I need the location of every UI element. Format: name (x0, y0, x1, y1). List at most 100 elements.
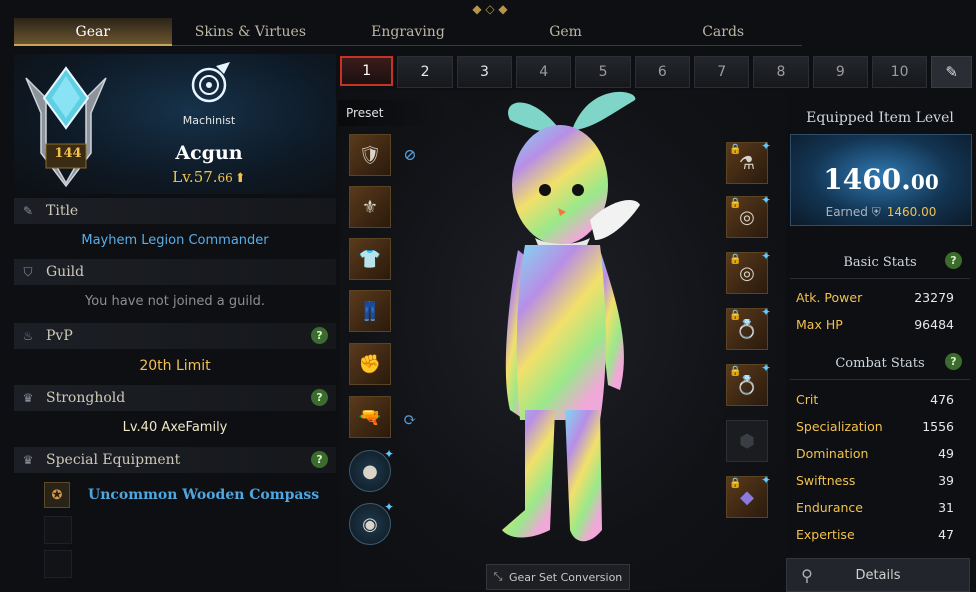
tab-gem[interactable]: Gem (486, 18, 645, 46)
basic-stats-help-icon[interactable]: ? (945, 252, 962, 269)
preset-button[interactable]: 5 (575, 56, 631, 88)
ring-icon: 💍 (735, 374, 759, 396)
gem-slot[interactable]: 🔒 ◆ ✦ (726, 473, 771, 518)
ring-slot[interactable]: 🔒 💍 ✦ (726, 305, 771, 350)
stat-row: Specialization 1556 (796, 419, 954, 434)
lock-icon: 🔒 (729, 144, 742, 155)
preset-button[interactable]: 3 (456, 56, 513, 88)
pencil-icon: ✎ (22, 204, 34, 218)
necklace-icon: ⚗ (738, 152, 756, 174)
necklace-slot[interactable]: 🔒 ⚗ ✦ (726, 139, 771, 184)
pants-slot[interactable]: 👖 (349, 290, 391, 332)
gun-icon: 🔫 (358, 406, 382, 428)
combat-stats-help-icon[interactable]: ? (945, 353, 962, 370)
sparkle-icon: ✦ (760, 473, 771, 487)
tab-engraving[interactable]: Engraving (329, 18, 487, 46)
earned-item-level: Earned ⛨ 1460.00 (825, 205, 937, 219)
shield-icon: ⛉ (23, 264, 33, 279)
pvp-help-icon[interactable]: ? (311, 327, 328, 344)
class-name: Machinist (182, 114, 236, 127)
gear-set-conversion-button[interactable]: ⤡ Gear Set Conversion (486, 564, 630, 590)
lock-icon: 🔒 (729, 366, 742, 377)
preset-button[interactable]: 1 (340, 56, 394, 86)
preset-button[interactable]: 2 (397, 56, 453, 88)
special-equipment-section-header: ♛ Special Equipment ? (14, 447, 336, 473)
stronghold-help-icon[interactable]: ? (311, 389, 328, 406)
stronghold-section-label: Stronghold (46, 390, 126, 406)
empty-slot[interactable]: ⬢ (726, 420, 768, 462)
conversion-icon: ⤡ (493, 570, 503, 583)
title-section-header: ✎ Title (14, 198, 336, 224)
orb-icon: ● (362, 460, 378, 482)
special-equipment-section-label: Special Equipment (46, 452, 181, 468)
ring-slot[interactable]: 🔒 💍 ✦ (726, 361, 771, 406)
rank-badge (25, 66, 107, 188)
level-up-arrow-icon: ⬆ (234, 171, 246, 186)
lock-icon: 🔒 (729, 198, 742, 209)
empty-special-slot[interactable] (44, 516, 72, 544)
sparkle-icon: ✦ (383, 500, 394, 514)
lock-icon: 🔒 (729, 254, 742, 265)
shoulder-slot[interactable]: ⚜ (349, 186, 391, 228)
earring-slot[interactable]: 🔒 ◎ ✦ (726, 249, 771, 294)
preset-button[interactable]: 4 (516, 56, 572, 88)
preset-button[interactable]: 6 (634, 56, 690, 88)
guild-section-header: ⛉ Guild (14, 259, 336, 285)
bracelet-slot[interactable]: ◉ ✦ (349, 500, 394, 545)
tab-gear[interactable]: Gear (14, 18, 172, 46)
machinist-class-icon (191, 62, 230, 103)
stronghold-value: Lv.40 AxeFamily (122, 420, 228, 435)
preset-button[interactable]: 8 (753, 56, 809, 88)
ring-icon: 💍 (735, 318, 759, 340)
empty-slot-icon: ⬢ (739, 430, 755, 452)
special-equipment-icon: ♛ (22, 453, 34, 467)
basic-stats-header: Basic Stats? (790, 252, 970, 270)
lock-icon: 🔒 (729, 478, 742, 489)
title-section-label: Title (46, 203, 79, 219)
guild-value: You have not joined a guild. (85, 294, 265, 309)
character-name: Acgun (175, 142, 243, 164)
stat-row: Expertise 47 (796, 527, 954, 542)
sparkle-icon: ✦ (760, 305, 771, 319)
sparkle-icon: ✦ (760, 193, 771, 207)
character-model (502, 91, 640, 542)
helmet-slot[interactable]: 🛡 (349, 134, 391, 176)
special-equipment-item[interactable]: ✪ Uncommon Wooden Compass (44, 482, 319, 508)
earring-icon: ◎ (739, 262, 755, 284)
profile-card: 144 Machinist Acgun Lv.57.66 ⬆ (14, 54, 336, 194)
equipped-item-level-title: Equipped Item Level (806, 110, 954, 126)
weapon-slot[interactable]: 🔫 (349, 396, 391, 438)
details-button[interactable]: ⚲ Details (786, 558, 970, 592)
character-level: Lv.57.66 ⬆ (172, 168, 246, 186)
chest-slot[interactable]: 👕 (349, 238, 391, 280)
preset-button[interactable]: 10 (871, 56, 928, 88)
crystal-icon: ◆ (740, 486, 754, 508)
tab-cards[interactable]: Cards (644, 18, 802, 46)
sparkle-icon: ✦ (760, 249, 771, 263)
preset-button[interactable]: 7 (694, 56, 750, 88)
pants-icon: 👖 (358, 300, 382, 322)
tab-skins-virtues[interactable]: Skins & Virtues (171, 18, 330, 46)
combat-stats-header: Combat Stats? (790, 353, 970, 371)
equipped-item-level-box: 1460.00 Earned ⛨ 1460.00 (790, 134, 972, 226)
preset-button[interactable]: 9 (812, 56, 868, 88)
rank-number: 144 (54, 146, 82, 161)
stat-row: Domination 49 (796, 446, 954, 461)
gloves-slot[interactable]: ✊ (349, 343, 391, 385)
helmet-icon: 🛡 (358, 144, 382, 166)
link-icon[interactable]: ⊘ (400, 145, 420, 165)
stat-row: Swiftness 39 (796, 473, 954, 488)
edit-preset-icon[interactable]: ✎ (931, 56, 973, 88)
special-equipment-help-icon[interactable]: ? (311, 451, 328, 468)
ability-stone-slot[interactable]: ● ✦ (349, 447, 394, 492)
tab-bar: Gear Skins & Virtues Engraving Gem Cards (14, 18, 802, 46)
gloves-icon: ✊ (358, 353, 382, 375)
pvp-section-label: PvP (46, 328, 73, 344)
sparkle-icon: ✦ (760, 139, 771, 153)
divider (790, 379, 970, 380)
preset-label: Preset (338, 100, 496, 126)
link-icon[interactable]: ⟳ (400, 410, 420, 430)
earring-slot[interactable]: 🔒 ◎ ✦ (726, 193, 771, 238)
title-value[interactable]: Mayhem Legion Commander (14, 233, 336, 248)
empty-special-slot[interactable] (44, 550, 72, 578)
